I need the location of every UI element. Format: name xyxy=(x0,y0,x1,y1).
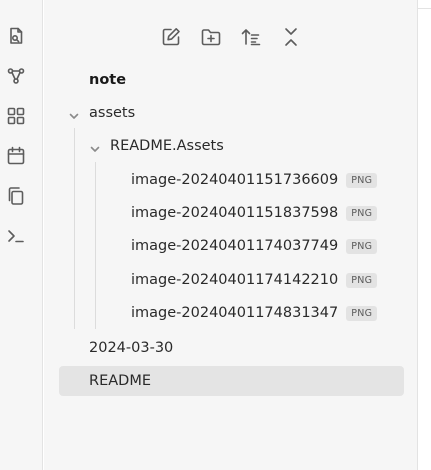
layout-grid-icon[interactable] xyxy=(4,104,28,128)
tree-item-label: README xyxy=(89,373,151,389)
tree-item-label: note xyxy=(89,72,127,88)
divider xyxy=(418,8,431,9)
left-ribbon xyxy=(0,0,43,470)
file-ext-badge: PNG xyxy=(346,172,378,188)
folder-readme-assets[interactable]: README.Assets xyxy=(110,133,224,159)
app-window: note assets README.Assets image-20240401… xyxy=(0,0,431,470)
file-ext-badge: PNG xyxy=(346,205,378,221)
tree-item-date-folder[interactable]: 2024-03-30 xyxy=(89,335,173,361)
file-name: image-20240401151736609 xyxy=(131,172,339,188)
file-ext-badge: PNG xyxy=(346,272,378,288)
tree-item-note[interactable]: note xyxy=(89,67,126,93)
chevron-down-icon[interactable] xyxy=(68,107,80,119)
tree-item-readme[interactable]: README xyxy=(59,366,404,396)
folder-label: README.Assets xyxy=(110,138,224,154)
folder-assets[interactable]: assets xyxy=(89,100,135,126)
file-name: image-20240401174037749 xyxy=(131,238,339,254)
indent-guide xyxy=(74,128,75,329)
file-image[interactable]: image-20240401174831347 PNG xyxy=(131,300,378,326)
right-editor-edge xyxy=(417,0,431,470)
new-note-icon[interactable] xyxy=(158,24,184,50)
copy-icon[interactable] xyxy=(4,184,28,208)
file-image[interactable]: image-20240401151736609 PNG xyxy=(131,167,378,193)
file-name: image-20240401174831347 xyxy=(131,305,339,321)
file-name: image-20240401151837598 xyxy=(131,205,339,221)
file-explorer-pane: note assets README.Assets image-20240401… xyxy=(44,0,417,470)
terminal-icon[interactable] xyxy=(4,224,28,248)
file-ext-badge: PNG xyxy=(346,238,378,254)
indent-guide xyxy=(95,162,96,329)
folder-label: assets xyxy=(89,105,136,121)
calendar-icon[interactable] xyxy=(4,144,28,168)
file-name: image-20240401174142210 xyxy=(131,272,339,288)
file-image[interactable]: image-20240401151837598 PNG xyxy=(131,200,378,226)
file-image[interactable]: image-20240401174037749 PNG xyxy=(131,233,378,259)
files-icon[interactable] xyxy=(4,24,28,48)
file-image[interactable]: image-20240401174142210 PNG xyxy=(131,267,378,293)
sort-icon[interactable] xyxy=(238,24,264,50)
tree-item-label: 2024-03-30 xyxy=(89,340,174,356)
chevron-down-icon[interactable] xyxy=(89,140,101,152)
collapse-all-icon[interactable] xyxy=(278,24,304,50)
file-ext-badge: PNG xyxy=(346,305,378,321)
new-folder-icon[interactable] xyxy=(198,24,224,50)
graph-icon[interactable] xyxy=(4,64,28,88)
